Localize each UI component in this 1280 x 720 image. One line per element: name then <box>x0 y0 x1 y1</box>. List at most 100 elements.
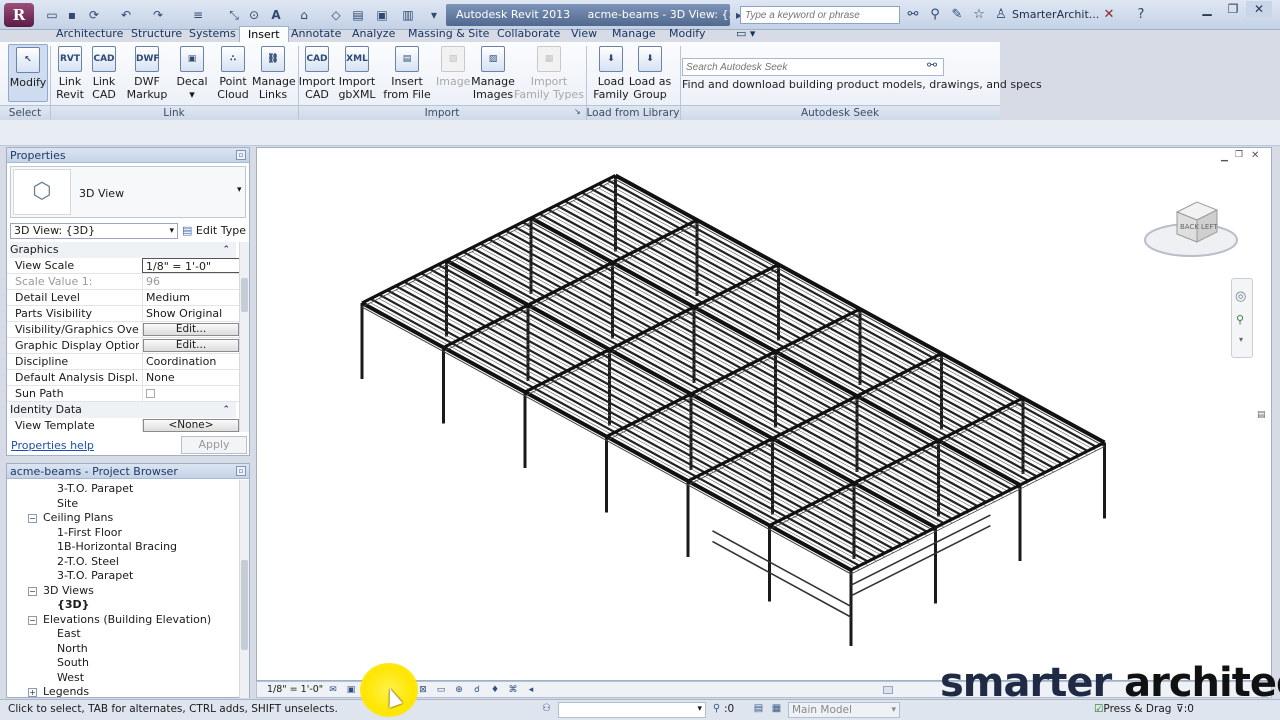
decal-button[interactable]: ▣ Decal ▾ <box>174 44 210 102</box>
properties-close-icon[interactable]: ▫ <box>236 150 246 160</box>
main-model-dropdown[interactable]: Main Model ▾ <box>788 702 900 718</box>
tab-view[interactable]: View <box>563 26 605 42</box>
steering-wheel-icon[interactable]: ◎ <box>1235 289 1246 304</box>
property-value[interactable]: Show Original <box>142 306 239 321</box>
collapse-group-icon[interactable]: ⌃ <box>222 242 230 258</box>
tab-annotate[interactable]: Annotate <box>283 26 349 42</box>
zoom-dropdown-icon[interactable]: ▾ <box>1239 335 1243 344</box>
tab-architecture[interactable]: Architecture <box>48 26 131 42</box>
properties-scrollbar[interactable] <box>239 242 249 432</box>
browser-scrollbar[interactable] <box>239 480 249 698</box>
ribbon-minimize-icon[interactable]: ▭ ▾ <box>728 26 763 42</box>
browser-item[interactable]: East <box>57 627 81 641</box>
tree-collapse-toggle[interactable]: − <box>28 615 37 625</box>
tab-manage[interactable]: Manage <box>604 26 664 42</box>
design-options-icon[interactable]: ▤ <box>752 703 765 715</box>
browser-item[interactable]: South <box>57 656 89 670</box>
seek-search-icon[interactable]: ⚯ <box>927 58 937 72</box>
view-minimize-icon[interactable]: ▁ <box>1221 152 1228 162</box>
tab-systems[interactable]: Systems <box>181 26 244 42</box>
insert-from-file-button[interactable]: ▤ Insert from File <box>382 44 432 102</box>
browser-item[interactable]: 3-T.O. Parapet <box>57 482 133 496</box>
binoculars-icon[interactable]: ⚯ <box>904 7 922 22</box>
temporary-hide-icon[interactable]: ☌ <box>471 684 483 696</box>
view-scale[interactable]: 1/8" = 1'-0" <box>267 684 323 695</box>
property-value[interactable]: 1/8" = 1'-0" <box>142 258 239 273</box>
import-gbxml-button[interactable]: XML Import gbXML <box>336 44 378 102</box>
collapse-group-icon[interactable]: ⌃ <box>222 402 230 418</box>
apply-button[interactable]: Apply <box>181 436 247 454</box>
type-dropdown-icon[interactable]: ▾ <box>237 185 242 195</box>
minimize-button[interactable]: ▁ <box>1194 1 1220 18</box>
design-options-dropdown-icon[interactable]: ▦ <box>770 703 783 715</box>
redo-icon[interactable]: ↷ <box>150 7 166 23</box>
browser-item[interactable]: Site <box>57 497 78 511</box>
default-3d-view-icon[interactable]: ⌂ <box>296 7 312 23</box>
property-value[interactable]: None <box>142 370 239 385</box>
favorites-icon[interactable]: ☆ <box>970 7 988 22</box>
help-search-input[interactable] <box>740 6 900 24</box>
crop-view-icon[interactable]: ⊠ <box>417 684 429 696</box>
switch-windows-icon[interactable]: ▥ <box>400 7 416 23</box>
instance-selector[interactable]: 3D View: {3D} ▾ <box>10 223 178 239</box>
property-edit-button[interactable]: Edit... <box>143 323 239 336</box>
property-value[interactable]: Coordination <box>142 354 239 369</box>
subscription-icon[interactable]: ⚲ <box>926 7 944 22</box>
modify-button[interactable]: ↖ Modify <box>8 44 48 102</box>
property-edit-button[interactable]: Edit... <box>143 339 239 352</box>
browser-scroll-thumb[interactable] <box>241 560 248 650</box>
undo-icon[interactable]: ↶ <box>118 7 134 23</box>
manage-links-button[interactable]: ⛓ Manage Links <box>252 44 296 102</box>
import-family-types-button[interactable]: ▦ Import Family Types <box>514 44 584 102</box>
browser-item[interactable]: 1B-Horizontal Bracing <box>57 540 177 554</box>
property-value[interactable]: Medium <box>142 290 239 305</box>
browser-item[interactable]: West <box>57 671 84 685</box>
property-edit-button[interactable]: <None> <box>143 419 239 432</box>
tree-collapse-toggle[interactable]: − <box>28 586 37 596</box>
browser-item[interactable]: 3D Views <box>43 584 94 598</box>
workset-dropdown[interactable]: ▾ <box>558 702 706 718</box>
detail-level-icon[interactable]: ✉ <box>327 684 339 696</box>
open-icon[interactable]: ▭ <box>44 7 60 23</box>
3d-view-canvas[interactable]: ▁ ❐ ✕ BACK LEFT ◎ ⚲ ▾ ▤ <box>256 147 1272 681</box>
section-icon[interactable]: ◇ <box>328 7 344 23</box>
manage-images-button[interactable]: ▨ Manage Images <box>470 44 516 102</box>
load-family-button[interactable]: ⬇ Load Family <box>592 44 630 102</box>
sun-path-checkbox[interactable] <box>146 389 155 398</box>
tab-analyze[interactable]: Analyze <box>344 26 403 42</box>
save-icon[interactable]: ▪ <box>64 7 80 23</box>
help-icon[interactable]: ? <box>1132 7 1150 22</box>
browser-item[interactable]: Ceiling Plans <box>43 511 113 525</box>
type-selector[interactable]: ⬡ 3D View ▾ <box>10 166 246 218</box>
project-browser-close-icon[interactable]: ▫ <box>236 466 246 476</box>
browser-item[interactable]: North <box>57 642 88 656</box>
dwf-markup-button[interactable]: DWF DWF Markup <box>126 44 168 102</box>
thin-lines-icon[interactable]: ▤ <box>350 7 366 23</box>
browser-item[interactable]: {3D} <box>57 598 89 612</box>
view-restore-icon[interactable]: ❐ <box>1235 150 1243 160</box>
properties-help-link[interactable]: Properties help <box>11 439 94 452</box>
tree-collapse-toggle[interactable]: − <box>28 514 37 523</box>
edit-type-button[interactable]: ▤ Edit Type <box>182 223 246 239</box>
link-revit-button[interactable]: RVT Link Revit <box>54 44 86 102</box>
browser-item[interactable]: 3-T.O. Parapet <box>57 569 133 583</box>
viewport-side-icon[interactable]: ▤ <box>1257 410 1266 420</box>
reveal-hidden-icon[interactable]: ♦ <box>489 684 501 696</box>
property-group-0[interactable]: Graphics ⌃ <box>10 242 236 258</box>
tab-modify[interactable]: Modify <box>661 26 713 42</box>
horizontal-scroll-thumb[interactable] <box>883 686 893 694</box>
editing-requests-icon[interactable]: ⚲ <box>710 703 723 715</box>
viewcube[interactable]: BACK LEFT <box>1143 196 1239 266</box>
exchange-apps-icon[interactable]: ✕ <box>1100 7 1118 22</box>
more-icon[interactable]: ◂ <box>525 684 537 696</box>
property-group-1[interactable]: Identity Data ⌃ <box>10 402 236 418</box>
user-name[interactable]: SmarterArchit... <box>1012 8 1099 21</box>
restore-button[interactable]: ❐ <box>1220 1 1246 18</box>
lock-view-icon[interactable]: ⊕ <box>453 684 465 696</box>
load-as-group-button[interactable]: ⬇ Load as Group <box>628 44 672 102</box>
import-cad-button[interactable]: CAD Import CAD <box>298 44 336 102</box>
zoom-region-icon[interactable]: ⚲ <box>1236 313 1244 326</box>
measure-icon[interactable]: ⤡ <box>226 7 242 23</box>
text-icon[interactable]: A <box>268 7 284 23</box>
tab-insert[interactable]: Insert <box>239 26 289 42</box>
